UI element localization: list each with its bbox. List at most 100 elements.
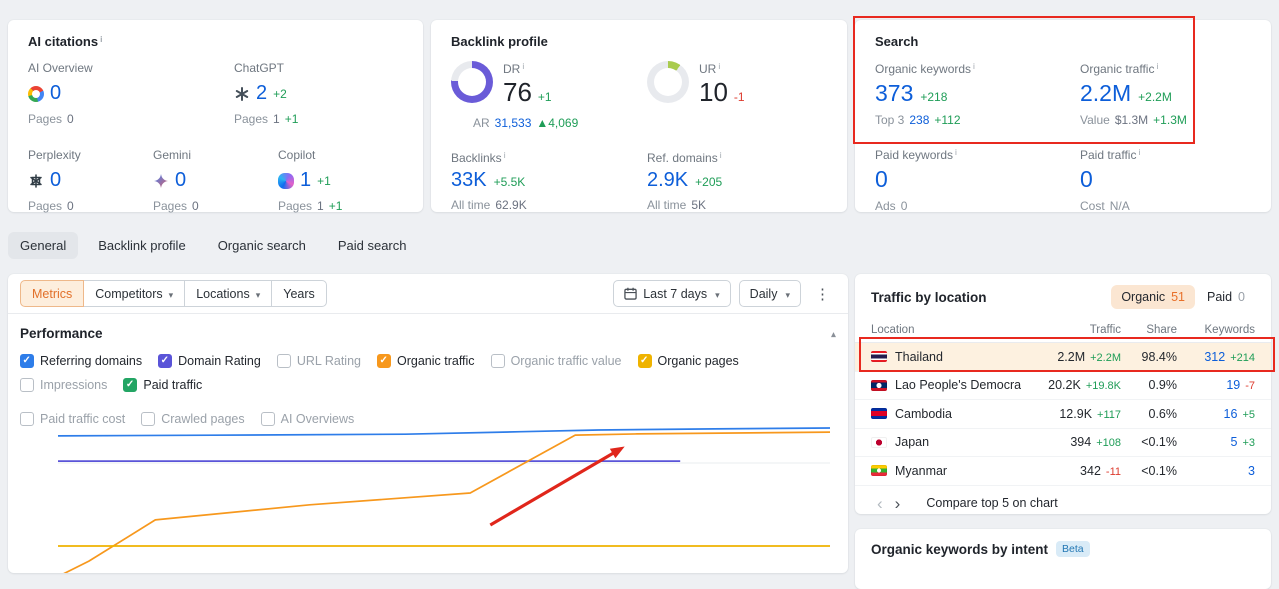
next-page-icon[interactable] xyxy=(889,495,907,512)
keywords-link[interactable]: 19 xyxy=(1226,378,1240,392)
tab-organic-search[interactable]: Organic search xyxy=(206,232,318,259)
date-range-dropdown[interactable]: Last 7 days xyxy=(613,280,731,307)
granularity-dropdown[interactable]: Daily xyxy=(738,280,801,307)
chatgpt-stat: ChatGPT 2 +2 Pages 1 +1 xyxy=(234,61,299,126)
top3-value-link[interactable]: 238 xyxy=(909,113,929,127)
backlink-profile-card: Backlink profile DR 76+1 AR31,533▲4,069 … xyxy=(431,20,847,212)
report-tabs: General Backlink profile Organic search … xyxy=(8,232,419,259)
paid-toggle[interactable]: Paid 0 xyxy=(1197,285,1255,309)
filter-segmented-control: Metrics Competitors Locations Years xyxy=(20,280,327,307)
google-icon xyxy=(28,85,44,102)
traffic-by-location-card: Traffic by location Organic 51 Paid 0 Loca… xyxy=(855,274,1271,514)
backlink-profile-title: Backlink profile xyxy=(451,34,548,49)
metric-url-rating[interactable]: URL Rating xyxy=(276,354,361,368)
tab-general[interactable]: General xyxy=(8,232,79,259)
backlinks-block: Backlinks 33K+5.5K All time62.9K xyxy=(451,150,647,212)
more-options-button[interactable] xyxy=(809,283,836,305)
checkbox-icon xyxy=(20,354,34,368)
collapse-section-icon[interactable] xyxy=(831,324,836,342)
perplexity-stat: Perplexity 0 Pages 0 xyxy=(28,148,153,213)
table-row-japan[interactable]: Japan 394 +108 <0.1% 5 +3 xyxy=(855,429,1271,457)
metrics-button[interactable]: Metrics xyxy=(20,280,85,307)
checkbox-icon xyxy=(276,354,291,368)
info-icon xyxy=(1136,148,1140,162)
search-card: Search Organic keywords 373+218 Top 3238… xyxy=(855,20,1271,213)
tab-backlink-profile[interactable]: Backlink profile xyxy=(86,232,197,259)
performance-section-title: Performance xyxy=(20,325,103,341)
copilot-label: Copilot xyxy=(278,148,316,162)
dr-donut-chart xyxy=(451,61,493,103)
organic-toggle[interactable]: Organic 51 xyxy=(1111,285,1196,309)
paid-traffic-value[interactable]: 0 xyxy=(1080,166,1093,193)
copilot-icon xyxy=(278,172,294,189)
compare-top5-link[interactable]: Compare top 5 on chart xyxy=(926,496,1057,510)
copilot-value[interactable]: 1 xyxy=(300,169,311,192)
keywords-link[interactable]: 312 xyxy=(1204,350,1225,364)
backlinks-value[interactable]: 33K xyxy=(451,169,487,192)
metric-domain-rating[interactable]: Domain Rating xyxy=(158,354,261,368)
chatgpt-value[interactable]: 2 xyxy=(256,82,267,105)
ai-overview-value[interactable]: 0 xyxy=(50,82,61,105)
metric-organic-traffic-value[interactable]: Organic traffic value xyxy=(490,354,622,368)
performance-card: Metrics Competitors Locations Years Last… xyxy=(8,274,848,573)
info-icon xyxy=(953,148,957,162)
info-icon xyxy=(98,34,102,49)
years-button[interactable]: Years xyxy=(271,280,327,307)
ai-overview-label: AI Overview xyxy=(28,61,93,75)
checkbox-icon xyxy=(158,354,173,368)
ref-domains-block: Ref. domains 2.9K+205 All time5K xyxy=(647,150,827,212)
url-rating-block: UR 10-1 xyxy=(647,61,827,130)
keywords-by-intent-card: Organic keywords by intent Beta xyxy=(855,529,1271,589)
ar-value-link[interactable]: 31,533 xyxy=(495,116,532,130)
keywords-link[interactable]: 16 xyxy=(1224,407,1238,421)
table-row-myanmar[interactable]: Myanmar 342 -11 <0.1% 3 xyxy=(855,457,1271,486)
chevron-down-icon xyxy=(167,287,174,301)
chevron-down-icon xyxy=(713,287,720,301)
prev-page-icon[interactable] xyxy=(871,495,889,512)
organic-traffic-value[interactable]: 2.2M xyxy=(1080,80,1131,107)
ref-domains-value[interactable]: 2.9K xyxy=(647,169,688,192)
calendar-icon xyxy=(624,287,637,300)
competitors-dropdown[interactable]: Competitors xyxy=(83,280,186,307)
keywords-link[interactable]: 3 xyxy=(1248,464,1255,478)
info-icon xyxy=(520,62,524,76)
dr-value: 76 xyxy=(503,77,532,107)
info-icon xyxy=(716,62,720,76)
beta-badge: Beta xyxy=(1056,541,1090,557)
paid-keywords-block: Paid keywords 0 Ads0 xyxy=(875,147,1080,213)
organic-traffic-block: Organic traffic 2.2M+2.2M Value$1.3M+1.3… xyxy=(1080,61,1251,127)
gemini-value[interactable]: 0 xyxy=(175,169,186,192)
metric-referring-domains[interactable]: Referring domains xyxy=(20,354,142,368)
paid-traffic-block: Paid traffic 0 CostN/A xyxy=(1080,147,1251,213)
perplexity-icon xyxy=(28,173,44,189)
info-icon xyxy=(718,151,722,165)
metric-paid-traffic[interactable]: Paid traffic xyxy=(123,378,202,392)
metric-organic-traffic[interactable]: Organic traffic xyxy=(376,354,475,368)
organic-keywords-value[interactable]: 373 xyxy=(875,80,913,107)
metric-impressions[interactable]: Impressions xyxy=(20,378,107,392)
table-row-laos[interactable]: Lao People's Democratic Reput 20.2K+19.8… xyxy=(855,372,1271,400)
checkbox-icon xyxy=(490,354,505,368)
keywords-link[interactable]: 5 xyxy=(1231,435,1238,449)
info-icon xyxy=(1154,62,1158,76)
chevron-down-icon xyxy=(254,287,261,301)
chevron-down-icon xyxy=(783,287,790,301)
chatgpt-label: ChatGPT xyxy=(234,61,285,75)
checkbox-icon xyxy=(637,354,652,368)
copilot-stat: Copilot 1 +1 Pages 1 +1 xyxy=(278,148,403,213)
table-row-cambodia[interactable]: Cambodia 12.9K +117 0.6% 16 +5 xyxy=(855,400,1271,429)
performance-chart xyxy=(57,427,831,573)
perplexity-value[interactable]: 0 xyxy=(50,169,61,192)
myanmar-flag-icon xyxy=(871,465,887,477)
table-row-thailand[interactable]: Thailand 2.2M +2.2M 98.4% 312 +214 xyxy=(855,343,1271,372)
gemini-icon xyxy=(153,173,169,189)
gemini-label: Gemini xyxy=(153,148,192,162)
thailand-flag-icon xyxy=(871,351,887,363)
locations-dropdown[interactable]: Locations xyxy=(184,280,273,307)
metric-organic-pages[interactable]: Organic pages xyxy=(637,354,739,368)
paid-keywords-value[interactable]: 0 xyxy=(875,166,888,193)
ur-value: 10 xyxy=(699,77,728,107)
tab-paid-search[interactable]: Paid search xyxy=(326,232,419,259)
checkbox-icon xyxy=(20,378,34,392)
laos-flag-icon xyxy=(871,379,887,391)
